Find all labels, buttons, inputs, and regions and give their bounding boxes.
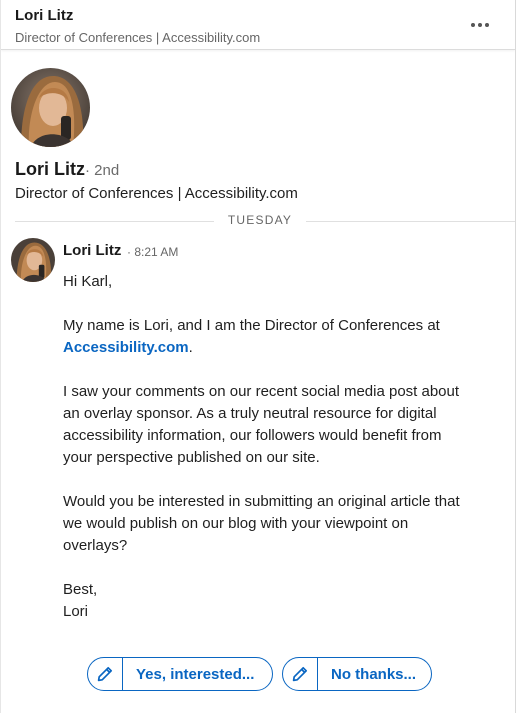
message-text: .: [188, 339, 193, 356]
more-horizontal-icon: [471, 23, 475, 27]
profile-name[interactable]: Lori Litz: [15, 159, 85, 180]
message-greeting: Hi Karl,: [63, 273, 113, 290]
message-paragraph: I saw your comments on our recent social…: [63, 383, 460, 466]
pencil-icon: [283, 658, 318, 690]
day-divider-label: TUESDAY: [214, 213, 306, 227]
reply-label: No thanks...: [331, 665, 417, 683]
profile-headline: Director of Conferences | Accessibility.…: [15, 185, 298, 202]
header-contact-headline: Director of Conferences | Accessibility.…: [15, 30, 261, 45]
reply-label: Yes, interested...: [136, 665, 255, 683]
more-dot: [485, 23, 489, 27]
avatar-photo: [11, 238, 55, 282]
more-dot: [478, 23, 482, 27]
reply-yes-interested-button[interactable]: Yes, interested...: [87, 657, 273, 691]
connection-degree: · 2nd: [85, 162, 120, 179]
message-sender-avatar[interactable]: [11, 238, 55, 282]
message-timestamp: · 8:21 AM: [127, 245, 179, 259]
message-signature: Lori: [63, 603, 89, 620]
message-closing: Best,: [63, 581, 98, 598]
message-sender-name[interactable]: Lori Litz: [63, 242, 121, 259]
conversation-pane: Lori Litz Director of Conferences | Acce…: [0, 0, 516, 713]
message-text: My name is Lori, and I am the Director o…: [63, 317, 440, 334]
reply-no-thanks-button[interactable]: No thanks...: [282, 657, 432, 691]
accessibility-link[interactable]: Accessibility.com: [63, 339, 189, 356]
header-contact-name[interactable]: Lori Litz: [15, 7, 73, 24]
message-paragraph: My name is Lori, and I am the Director o…: [63, 315, 463, 359]
pencil-icon: [88, 658, 123, 690]
conversation-header: Lori Litz Director of Conferences | Acce…: [1, 0, 515, 50]
profile-avatar[interactable]: [11, 68, 90, 147]
avatar-photo: [11, 68, 90, 147]
message-body: Hi Karl, My name is Lori, and I am the D…: [63, 271, 463, 623]
more-options-button[interactable]: [467, 14, 493, 36]
message-paragraph: Would you be interested in submitting an…: [63, 493, 460, 554]
